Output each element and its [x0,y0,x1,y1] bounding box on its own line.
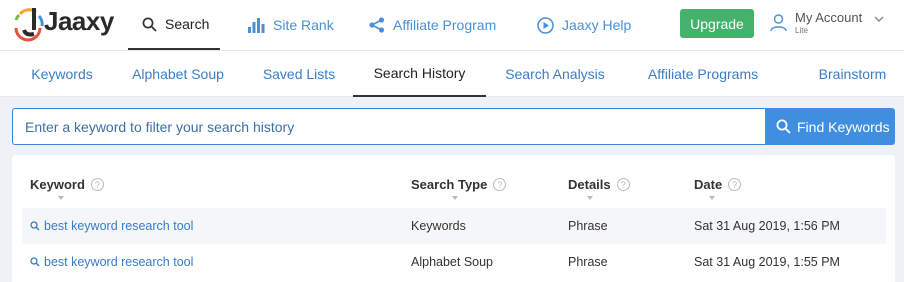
play-circle-icon [537,16,554,34]
history-table: Keyword ? Search Type ? Details ? Date ? [12,155,895,282]
sort-indicator-icon [452,196,458,200]
sort-indicator-icon [58,196,64,200]
column-header-search-type[interactable]: Search Type ? [411,177,507,192]
nav-jaaxy-help[interactable]: Jaaxy Help [537,0,631,50]
keyword-link[interactable]: best keyword research tool [30,208,193,244]
logo-mark-icon [14,8,44,42]
find-keywords-label: Find Keywords [797,118,890,135]
column-header-keyword[interactable]: Keyword ? [30,177,104,192]
search-icon [776,119,791,134]
nav-affiliate-program-label: Affiliate Program [393,17,497,33]
share-icon [369,17,385,33]
column-header-details-label: Details [568,177,611,192]
date-cell: Sat 31 Aug 2019, 1:55 PM [694,255,840,269]
search-type-cell: Keywords [411,219,466,233]
tab-search-analysis[interactable]: Search Analysis [498,51,612,97]
chevron-down-icon [874,16,884,22]
column-header-details[interactable]: Details ? [568,177,630,192]
sort-indicator-icon [709,196,715,200]
nav-search-label: Search [165,16,210,32]
search-type-cell: Alphabet Soup [411,255,494,269]
sort-indicator-icon [587,196,593,200]
search-icon [30,257,40,267]
find-keywords-button[interactable]: Find Keywords [765,108,895,145]
keyword-text: best keyword research tool [44,255,194,269]
my-account-menu[interactable]: My Account Lite [770,8,895,40]
tab-keywords[interactable]: Keywords [24,51,100,97]
column-header-date-label: Date [694,177,723,192]
tab-alphabet-soup[interactable]: Alphabet Soup [122,51,234,97]
help-icon[interactable]: ? [90,178,104,191]
details-cell: Phrase [568,255,608,269]
nav-site-rank[interactable]: Site Rank [248,0,334,50]
tab-affiliate-programs[interactable]: Affiliate Programs [638,51,768,97]
jaaxy-logo[interactable]: Jaaxy [12,4,114,42]
column-header-keyword-label: Keyword [30,177,85,192]
column-header-date[interactable]: Date ? [694,177,742,192]
table-row[interactable]: best keyword research tool Alphabet Soup… [22,244,886,280]
details-cell: Phrase [568,219,608,233]
upgrade-button[interactable]: Upgrade [680,9,754,38]
nav-affiliate-program[interactable]: Affiliate Program [369,0,496,50]
search-icon [142,17,157,31]
bar-chart-icon [248,17,265,33]
date-cell: Sat 31 Aug 2019, 1:56 PM [694,219,840,233]
top-nav: Jaaxy Search Site Rank Affiliate Program [0,0,904,50]
help-icon[interactable]: ? [616,178,630,191]
brand-name: Jaaxy [44,6,114,36]
nav-search[interactable]: Search [128,0,220,50]
search-icon [30,221,40,231]
main-content: Enter a keyword to filter your search hi… [0,97,904,282]
column-header-search-type-label: Search Type [411,177,488,192]
keyword-link[interactable]: best keyword research tool [30,244,193,280]
history-filter-input[interactable]: Enter a keyword to filter your search hi… [12,108,765,145]
account-label: My Account [795,10,863,25]
sub-nav: Keywords Alphabet Soup Saved Lists Searc… [0,50,904,97]
tab-saved-lists[interactable]: Saved Lists [255,51,343,97]
tab-search-history[interactable]: Search History [353,51,486,97]
keyword-text: best keyword research tool [44,219,194,233]
table-row[interactable]: best keyword research tool Keywords Phra… [22,208,886,244]
account-tier: Lite [795,26,808,35]
help-icon[interactable]: ? [728,178,742,191]
help-icon[interactable]: ? [493,178,507,191]
nav-jaaxy-help-label: Jaaxy Help [562,17,632,33]
tab-brainstorm[interactable]: Brainstorm [795,51,904,97]
nav-site-rank-label: Site Rank [273,17,334,33]
user-icon [770,14,787,32]
